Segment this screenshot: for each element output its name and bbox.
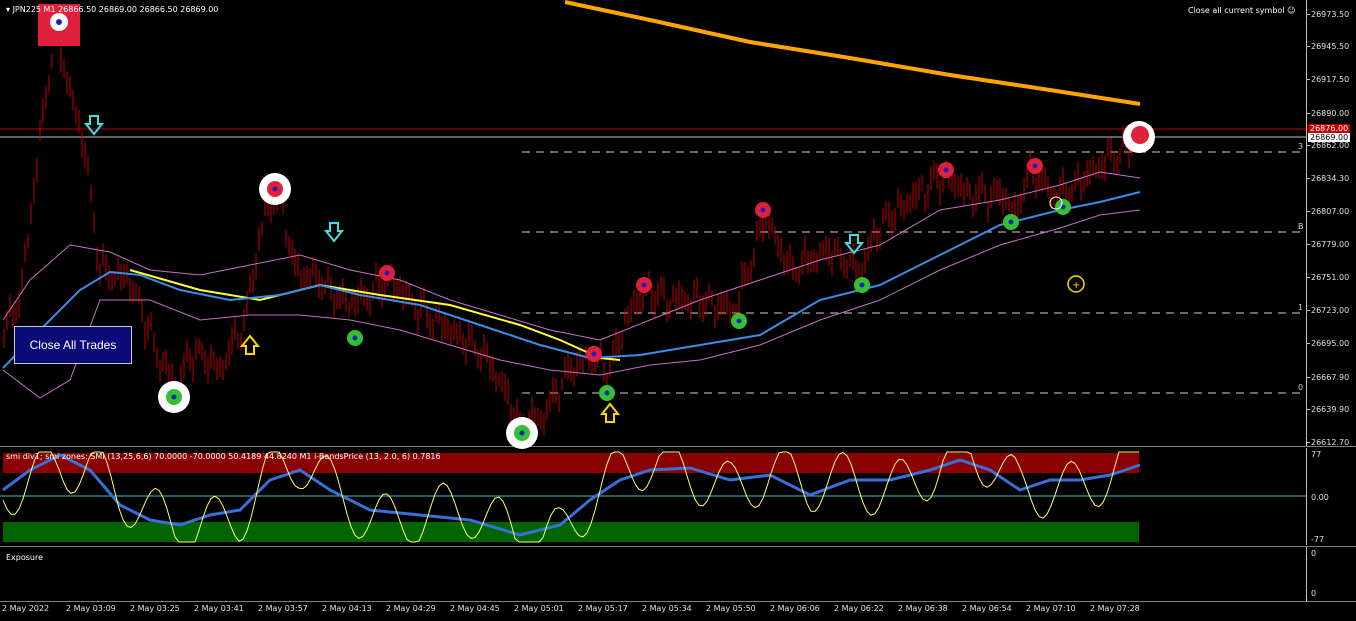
chart-drawing: 3 B 1 0 +	[0, 0, 1306, 543]
slow-moving-average-line	[564, 0, 1141, 106]
target-icon-glyph: +	[1072, 280, 1080, 291]
buy-signal-marker-dot	[859, 282, 865, 288]
time-tick-label: 2 May 05:01	[514, 604, 564, 613]
sell-signal-marker-dot	[641, 282, 647, 288]
time-tick-label: 2 May 04:13	[322, 604, 372, 613]
buy-signal-marker-dot	[736, 318, 742, 324]
current-marker	[1131, 126, 1149, 144]
collapse-triangle-icon[interactable]: ▾	[6, 5, 10, 14]
fib-level-label: 0	[1298, 383, 1303, 392]
down-arrow-icon	[323, 222, 345, 243]
buy-signal-marker-dot	[1008, 219, 1014, 225]
close-all-trades-button[interactable]: Close All Trades	[14, 326, 132, 364]
time-tick-label: 2 May 05:17	[578, 604, 628, 613]
sell-signal-marker-dot	[591, 351, 597, 357]
buy-signal-marker-dot	[519, 430, 525, 436]
time-tick-label: 2 May 03:09	[66, 604, 116, 613]
time-tick-label: 2 May 07:28	[1090, 604, 1140, 613]
fib-level-label: 1	[1298, 303, 1303, 312]
sell-signal-marker-dot	[760, 207, 766, 213]
down-arrow-icon	[83, 115, 105, 136]
time-tick-label: 2 May 06:38	[898, 604, 948, 613]
time-tick-label: 2 May 07:10	[1026, 604, 1076, 613]
time-tick-label: 2 May 06:54	[962, 604, 1012, 613]
time-tick-label: 2 May 2022	[2, 604, 50, 613]
symbol-info-text: JPN225 M1 26866.50 26869.00 26866.50 268…	[12, 5, 219, 14]
symbol-info: ▾ JPN225 M1 26866.50 26869.00 26866.50 2…	[6, 5, 218, 14]
fib-level-label: 3	[1298, 142, 1303, 151]
up-arrow-icon	[239, 334, 261, 355]
sell-square-marker-dot	[56, 19, 62, 25]
buy-signal-marker-dot	[171, 394, 177, 400]
sell-signal-marker-dot	[272, 186, 278, 192]
time-tick-label: 2 May 03:57	[258, 604, 308, 613]
buy-signal-marker-dot	[604, 390, 610, 396]
time-tick-label: 2 May 04:29	[386, 604, 436, 613]
exposure-label: Exposure	[6, 553, 44, 562]
time-tick-label: 2 May 04:45	[450, 604, 500, 613]
fast-moving-average-line	[2, 191, 1141, 369]
ask-price-tag: 26876.00	[1308, 124, 1351, 133]
smi-indicator-label: smi div1; smi zones: SMI (13,25,6,6) 70.…	[6, 452, 441, 461]
fib-level-label: B	[1298, 222, 1304, 231]
time-tick-label: 2 May 06:06	[770, 604, 820, 613]
close-symbol-label[interactable]: Close all current symbol	[1188, 6, 1285, 15]
sell-signal-marker-dot	[384, 270, 390, 276]
up-arrow-icon	[599, 402, 621, 423]
close-symbol-control[interactable]: Close all current symbol ☺	[1188, 6, 1295, 15]
time-tick-label: 2 May 05:34	[642, 604, 692, 613]
time-tick-label: 2 May 06:22	[834, 604, 884, 613]
smiley-icon: ☺	[1287, 6, 1296, 15]
time-tick-label: 2 May 05:50	[706, 604, 756, 613]
sell-signal-marker-dot	[943, 167, 949, 173]
upper-band-line	[2, 171, 1141, 341]
buy-signal-marker-dot	[352, 335, 358, 341]
sell-signal-marker-dot	[1032, 163, 1038, 169]
time-tick-label: 2 May 03:41	[194, 604, 244, 613]
time-tick-label: 2 May 03:25	[130, 604, 180, 613]
bid-price-tag: 26869.00	[1308, 133, 1351, 142]
